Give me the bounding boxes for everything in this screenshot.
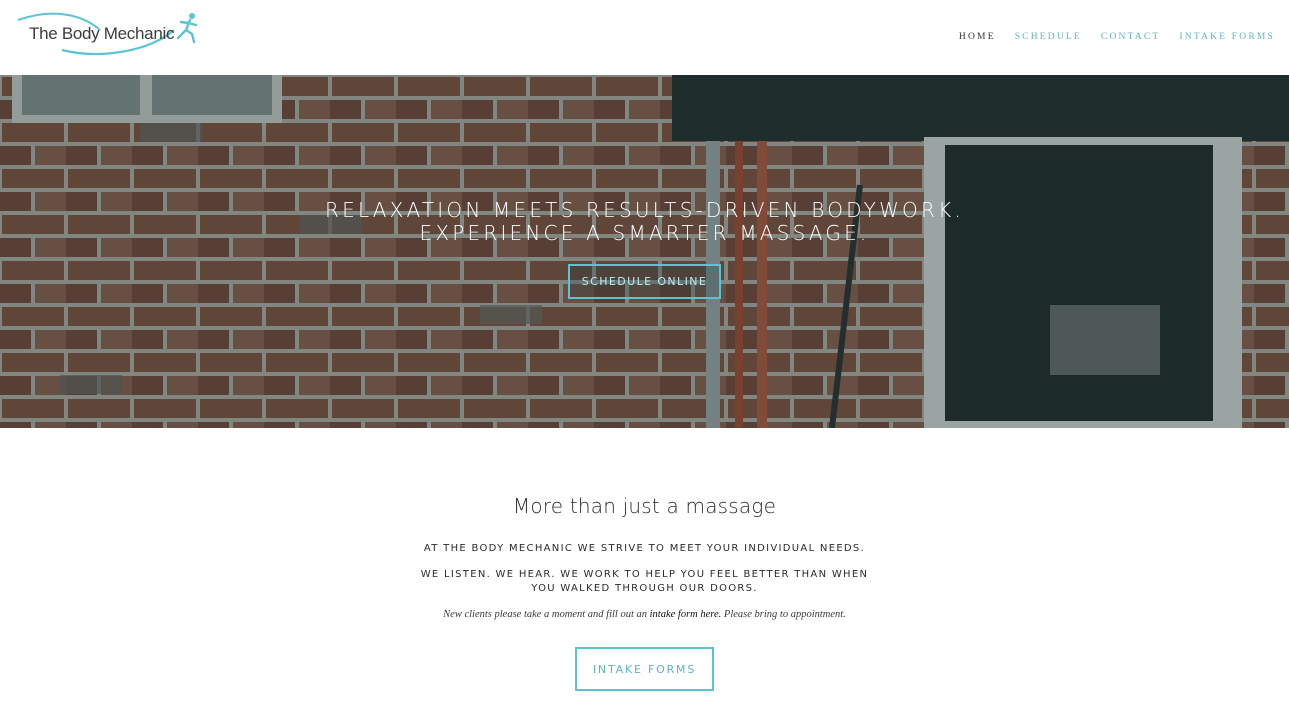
nav-item-contact[interactable]: CONTACT	[1101, 32, 1161, 42]
nav-item-intake-forms[interactable]: INTAKE FORMS	[1179, 32, 1275, 42]
site-header: The Body Mechanic HOME SCHEDULE CONTACT …	[0, 0, 1289, 75]
section-title: More than just a massage	[512, 494, 777, 518]
new-client-note: New clients please take a moment and fil…	[0, 609, 1289, 620]
intro-paragraph-1: AT THE BODY MECHANIC WE STRIVE TO MEET Y…	[423, 543, 866, 554]
main-nav: HOME SCHEDULE CONTACT INTAKE FORMS	[959, 32, 1275, 42]
hero-headline: RELAXATION MEETS RESULTS-DRIVEN BODYWORK…	[0, 199, 1289, 245]
hero-headline-line-2: EXPERIENCE A SMARTER MASSAGE.	[419, 221, 870, 245]
note-suffix: Please bring to appointment.	[721, 609, 846, 620]
intro-paragraph-2: WE LISTEN. WE HEAR. WE WORK TO HELP YOU …	[0, 568, 1289, 596]
nav-item-home[interactable]: HOME	[959, 32, 996, 42]
intake-form-link[interactable]: intake form here.	[650, 609, 722, 620]
running-figure-icon	[176, 13, 198, 44]
hero-overlay	[0, 75, 1289, 428]
logo-text: The Body Mechanic	[29, 24, 175, 43]
hero-banner: RELAXATION MEETS RESULTS-DRIVEN BODYWORK…	[0, 75, 1289, 428]
nav-item-schedule[interactable]: SCHEDULE	[1015, 32, 1082, 42]
hero-headline-line-1: RELAXATION MEETS RESULTS-DRIVEN BODYWORK…	[325, 198, 964, 222]
site-logo[interactable]: The Body Mechanic	[12, 10, 202, 60]
note-prefix: New clients please take a moment and fil…	[443, 609, 650, 620]
intro-paragraph-2-line-2: YOU WALKED THROUGH OUR DOORS.	[531, 583, 758, 594]
intro-section: More than just a massage AT THE BODY MEC…	[0, 428, 1289, 725]
intake-forms-button[interactable]: INTAKE FORMS	[575, 647, 714, 691]
intro-paragraph-2-line-1: WE LISTEN. WE HEAR. WE WORK TO HELP YOU …	[420, 569, 869, 580]
schedule-online-button[interactable]: SCHEDULE ONLINE	[568, 264, 721, 299]
